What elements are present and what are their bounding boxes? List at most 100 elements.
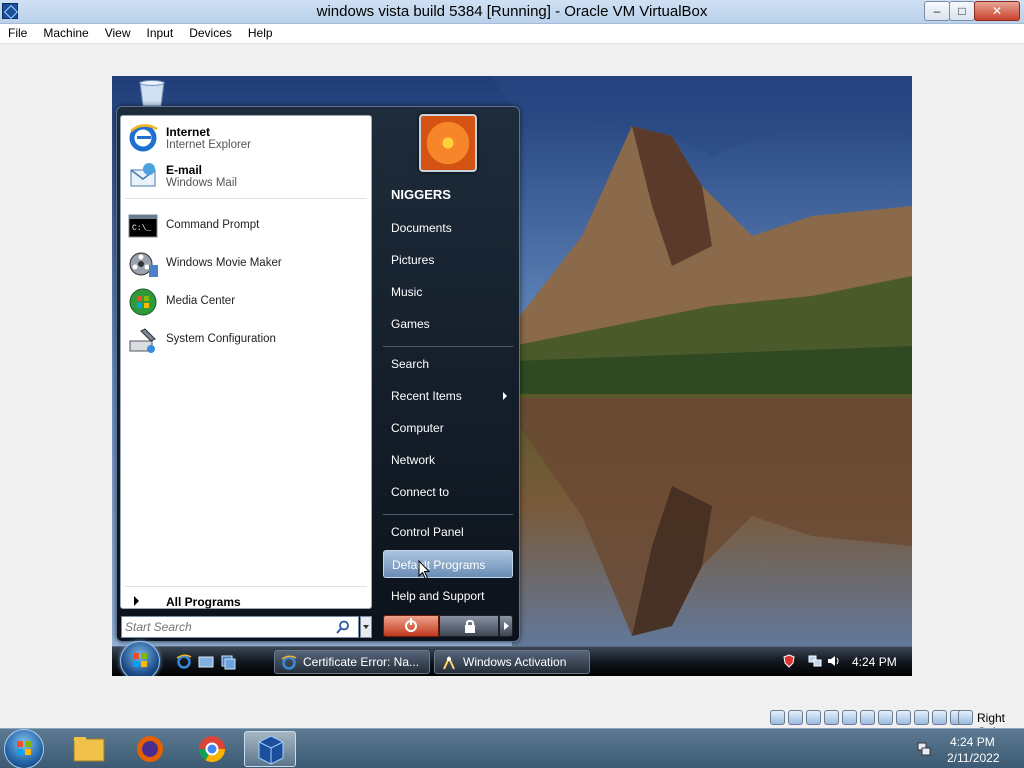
usb-icon[interactable] xyxy=(842,710,857,725)
host-taskbar: 4:24 PM 2/11/2022 xyxy=(0,728,1024,768)
cpu-icon[interactable] xyxy=(914,710,929,725)
windows-logo-icon xyxy=(133,653,147,667)
power-button[interactable] xyxy=(383,615,439,637)
host-start-button[interactable] xyxy=(4,729,44,768)
internet-explorer-icon xyxy=(281,655,297,670)
right-item-help-and-support[interactable]: Help and Support xyxy=(383,582,513,610)
host-key-icon[interactable] xyxy=(958,710,973,725)
host-clock-time[interactable]: 4:24 PM xyxy=(950,735,995,749)
maximize-button[interactable]: □ xyxy=(949,1,975,21)
firefox-icon xyxy=(137,736,163,762)
menu-input[interactable]: Input xyxy=(139,24,182,43)
taskbar-button-label: Certificate Error: Na... xyxy=(303,655,420,669)
arrow-right-icon xyxy=(134,596,139,606)
user-picture[interactable] xyxy=(419,114,477,172)
quicklaunch-internet-explorer-icon[interactable] xyxy=(176,654,192,670)
right-item-control-panel[interactable]: Control Panel xyxy=(383,518,513,546)
program-system-configuration[interactable]: System Configuration xyxy=(125,322,367,358)
right-item-network[interactable]: Network xyxy=(383,446,513,474)
menu-file[interactable]: File xyxy=(0,24,35,43)
shutdown-options-button[interactable] xyxy=(499,615,513,637)
right-separator xyxy=(383,346,513,347)
right-item-documents[interactable]: Documents xyxy=(383,214,513,242)
start-search-box[interactable] xyxy=(121,616,359,638)
right-item-connect-to[interactable]: Connect to xyxy=(383,478,513,506)
start-menu-programs-pane: Internet Internet Explorer E-mail Window… xyxy=(120,115,372,609)
network-adapter-icon[interactable] xyxy=(824,710,839,725)
power-controls xyxy=(383,615,513,637)
menu-bar: File Machine View Input Devices Help xyxy=(0,24,1024,44)
right-item-pictures[interactable]: Pictures xyxy=(383,246,513,274)
all-programs-label: All Programs xyxy=(166,595,241,609)
vm-status-bar: Right Ctrl xyxy=(0,708,1024,739)
network-icon[interactable] xyxy=(808,654,822,668)
program-media-center[interactable]: Media Center xyxy=(125,284,367,320)
close-button[interactable]: ✕ xyxy=(974,1,1020,21)
right-separator xyxy=(383,514,513,515)
quicklaunch-show-desktop-icon[interactable] xyxy=(198,654,214,670)
program-label: Command Prompt xyxy=(166,219,260,231)
chevron-right-icon xyxy=(503,392,507,400)
user-name-item[interactable]: NIGGERS xyxy=(383,181,513,209)
windows-activation-icon xyxy=(443,655,455,670)
taskbar-file-explorer[interactable] xyxy=(62,731,114,767)
system-configuration-icon xyxy=(129,328,156,353)
program-label: Media Center xyxy=(166,295,236,307)
recycle-bin-icon[interactable] xyxy=(136,80,168,106)
right-item-search[interactable]: Search xyxy=(383,350,513,378)
recent-items-label: Recent Items xyxy=(391,389,462,403)
video-capture-icon[interactable] xyxy=(896,710,911,725)
right-item-music[interactable]: Music xyxy=(383,278,513,306)
start-search-input[interactable] xyxy=(125,619,330,635)
menu-machine[interactable]: Machine xyxy=(35,24,96,43)
internet-explorer-icon xyxy=(129,124,158,152)
all-programs-button[interactable]: All Programs xyxy=(125,591,367,613)
host-title-bar: windows vista build 5384 [Running] - Ora… xyxy=(0,0,1024,24)
guest-screen[interactable]: Internet Internet Explorer E-mail Window… xyxy=(112,76,912,676)
taskbar-virtualbox[interactable] xyxy=(244,731,296,767)
media-center-icon xyxy=(129,288,157,316)
virtualbox-icon xyxy=(258,735,284,765)
taskbar-firefox[interactable] xyxy=(124,731,176,767)
pinned-internet[interactable]: Internet Internet Explorer xyxy=(125,120,367,156)
mouse-integration-icon[interactable] xyxy=(932,710,947,725)
taskbar-button-certificate-error[interactable]: Certificate Error: Na... xyxy=(274,650,430,674)
minimize-button[interactable]: – xyxy=(924,1,950,21)
volume-icon[interactable] xyxy=(826,654,840,668)
search-options-dropdown[interactable] xyxy=(360,616,372,638)
search-icon[interactable] xyxy=(336,620,350,634)
hard-disk-icon[interactable] xyxy=(770,710,785,725)
pinned-email[interactable]: E-mail Windows Mail xyxy=(125,158,367,194)
file-explorer-icon xyxy=(73,737,105,762)
lock-icon xyxy=(465,620,475,633)
pinned-separator xyxy=(125,198,367,199)
program-command-prompt[interactable]: C:\_ Command Prompt xyxy=(125,208,367,244)
guest-clock[interactable]: 4:24 PM xyxy=(852,655,897,669)
right-item-recent-items[interactable]: Recent Items xyxy=(383,382,513,410)
shared-folders-icon[interactable] xyxy=(860,710,875,725)
svg-text:C:\_: C:\_ xyxy=(132,224,151,233)
host-network-icon[interactable] xyxy=(916,741,932,757)
host-clock-date[interactable]: 2/11/2022 xyxy=(947,751,1000,765)
user-name: NIGGERS xyxy=(391,187,451,202)
taskbar-chrome[interactable] xyxy=(186,731,238,767)
menu-view[interactable]: View xyxy=(97,24,139,43)
display-icon[interactable] xyxy=(878,710,893,725)
taskbar-button-windows-activation[interactable]: Windows Activation xyxy=(434,650,590,674)
lock-button[interactable] xyxy=(439,615,499,637)
command-prompt-icon: C:\_ xyxy=(128,214,158,238)
right-item-games[interactable]: Games xyxy=(383,310,513,338)
quicklaunch-switch-windows-icon[interactable] xyxy=(220,654,236,670)
audio-icon[interactable] xyxy=(806,710,821,725)
vista-start-orb[interactable] xyxy=(120,641,160,676)
menu-devices[interactable]: Devices xyxy=(181,24,240,43)
pinned-title: Internet xyxy=(166,125,211,139)
right-item-default-programs[interactable]: Default Programs xyxy=(383,550,513,578)
optical-drive-icon[interactable] xyxy=(788,710,803,725)
menu-help[interactable]: Help xyxy=(240,24,281,43)
movie-maker-icon xyxy=(129,252,158,277)
program-windows-movie-maker[interactable]: Windows Movie Maker xyxy=(125,246,367,282)
program-label: System Configuration xyxy=(166,333,276,345)
right-item-computer[interactable]: Computer xyxy=(383,414,513,442)
security-shield-icon[interactable] xyxy=(782,654,796,668)
